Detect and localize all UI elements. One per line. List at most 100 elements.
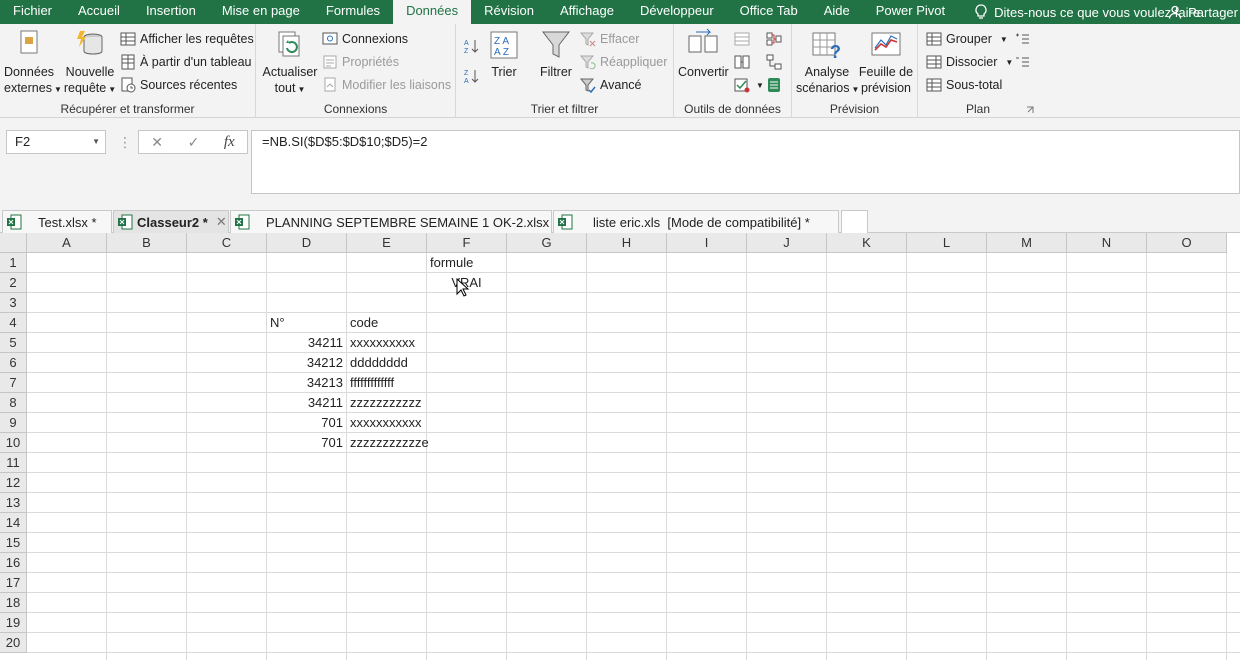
cell-e6[interactable]: dddddddd [347,353,426,373]
workbook-tab-planning[interactable]: PLANNING SEPTEMBRE SEMAINE 1 OK-2.xlsx [230,210,552,233]
column-header-k[interactable]: K [827,233,907,253]
subtotal-button[interactable]: Sous-total [926,75,1002,95]
column-header-a[interactable]: A [27,233,107,253]
row-header-16[interactable]: 16 [0,553,27,573]
cell-d5[interactable]: 34211 [267,333,346,353]
consolidate-button[interactable] [766,29,786,49]
column-header-d[interactable]: D [267,233,347,253]
sort-az-button[interactable]: AZ [464,36,484,56]
convert-button[interactable]: Convertir [678,28,729,80]
sort-button[interactable]: Z AA Z Trier [486,28,522,80]
name-box[interactable]: F2 ▼ [6,130,106,154]
cell-f1[interactable]: formule [427,253,506,273]
column-header-o[interactable]: O [1147,233,1227,253]
data-model-button[interactable] [766,75,786,95]
column-header-f[interactable]: F [427,233,507,253]
column-header-e[interactable]: E [347,233,427,253]
reapply-button[interactable]: Réappliquer [580,52,667,72]
check-icon[interactable]: ✓ [188,134,200,151]
row-header-19[interactable]: 19 [0,613,27,633]
cell-d4[interactable]: N° [267,313,346,333]
row-header-10[interactable]: 10 [0,433,27,453]
row-header-9[interactable]: 9 [0,413,27,433]
filter-button[interactable]: Filtrer [536,28,576,80]
data-validation-button[interactable]: ▼ [734,75,764,95]
row-header-6[interactable]: 6 [0,353,27,373]
close-icon[interactable]: ✕ [216,214,227,230]
row-header-3[interactable]: 3 [0,293,27,313]
tell-me-search[interactable]: Dites-nous ce que vous voulez faire [974,4,1200,20]
row-header-20[interactable]: 20 [0,633,27,653]
row-header-8[interactable]: 8 [0,393,27,413]
cell-e8[interactable]: zzzzzzzzzzz [347,393,426,413]
row-header-11[interactable]: 11 [0,453,27,473]
cell-e4[interactable]: code [347,313,426,333]
cell-d10[interactable]: 701 [267,433,346,453]
from-table-button[interactable]: À partir d'un tableau [120,52,252,72]
tab-aide[interactable]: Aide [811,0,863,24]
row-header-7[interactable]: 7 [0,373,27,393]
row-header-4[interactable]: 4 [0,313,27,333]
tab-office-tab[interactable]: Office Tab [727,0,811,24]
row-header-12[interactable]: 12 [0,473,27,493]
column-header-l[interactable]: L [907,233,987,253]
select-all-corner[interactable] [0,233,27,253]
new-query-button[interactable]: Nouvelle requête ▼ [62,28,118,98]
chevron-down-icon[interactable]: ▼ [92,131,100,153]
tab-formules[interactable]: Formules [313,0,393,24]
show-queries-button[interactable]: Afficher les requêtes [120,29,254,49]
cell-d8[interactable]: 34211 [267,393,346,413]
column-header-c[interactable]: C [187,233,267,253]
hide-detail-button[interactable] [1014,52,1034,72]
column-header-i[interactable]: I [667,233,747,253]
what-if-button[interactable]: ? Analyse scénarios ▼ [796,28,859,98]
row-header-1[interactable]: 1 [0,253,27,273]
formula-input[interactable]: =NB.SI($D$5:$D$10;$D5)=2 [251,130,1240,194]
workbook-tab-liste-eric[interactable]: liste eric.xls [Mode de compatibilité] * [553,210,839,233]
tab-fichier[interactable]: Fichier [0,0,65,24]
column-header-m[interactable]: M [987,233,1067,253]
row-header-2[interactable]: 2 [0,273,27,293]
row-header-15[interactable]: 15 [0,533,27,553]
tab-insertion[interactable]: Insertion [133,0,209,24]
cell-e7[interactable]: fffffffffffff [347,373,426,393]
relationships-button[interactable] [766,52,786,72]
flash-fill-button[interactable] [734,29,754,49]
cell-e9[interactable]: xxxxxxxxxxx [347,413,426,433]
cell-d9[interactable]: 701 [267,413,346,433]
group-button[interactable]: Grouper ▼ [926,29,1008,49]
cancel-icon[interactable]: ✕ [151,134,163,151]
edit-links-button[interactable]: Modifier les liaisons [322,75,451,95]
tab-donnees[interactable]: Données [393,0,472,24]
sort-za-button[interactable]: ZA [464,66,484,86]
cell-d6[interactable]: 34212 [267,353,346,373]
tab-affichage[interactable]: Affichage [547,0,627,24]
column-header-n[interactable]: N [1067,233,1147,253]
tab-accueil[interactable]: Accueil [65,0,133,24]
tab-revision[interactable]: Révision [471,0,547,24]
row-header-17[interactable]: 17 [0,573,27,593]
advanced-filter-button[interactable]: Avancé [580,75,641,95]
row-header-13[interactable]: 13 [0,493,27,513]
column-header-j[interactable]: J [747,233,827,253]
tab-developpeur[interactable]: Développeur [627,0,727,24]
clear-filter-button[interactable]: Effacer [580,29,639,49]
ungroup-button[interactable]: Dissocier ▼ [926,52,1013,72]
function-icon[interactable]: fx [224,134,235,151]
row-header-14[interactable]: 14 [0,513,27,533]
workbook-tab-test[interactable]: Test.xlsx * [2,210,112,233]
column-header-g[interactable]: G [507,233,587,253]
share-button[interactable]: Partager [1168,0,1240,24]
row-header-5[interactable]: 5 [0,333,27,353]
tab-mise-en-page[interactable]: Mise en page [209,0,313,24]
cell-e10[interactable]: zzzzzzzzzzze [347,433,429,453]
remove-duplicates-button[interactable] [734,52,754,72]
workbook-tab-classeur2[interactable]: Classeur2 * ✕ [113,210,229,233]
forecast-sheet-button[interactable]: Feuille de prévision [858,28,914,96]
tab-power-pivot[interactable]: Power Pivot [863,0,958,24]
cell-e5[interactable]: xxxxxxxxxx [347,333,426,353]
connections-button[interactable]: Connexions [322,29,408,49]
show-detail-button[interactable] [1014,29,1034,49]
dialog-launcher-icon[interactable] [1026,106,1034,114]
recent-sources-button[interactable]: Sources récentes [120,75,237,95]
